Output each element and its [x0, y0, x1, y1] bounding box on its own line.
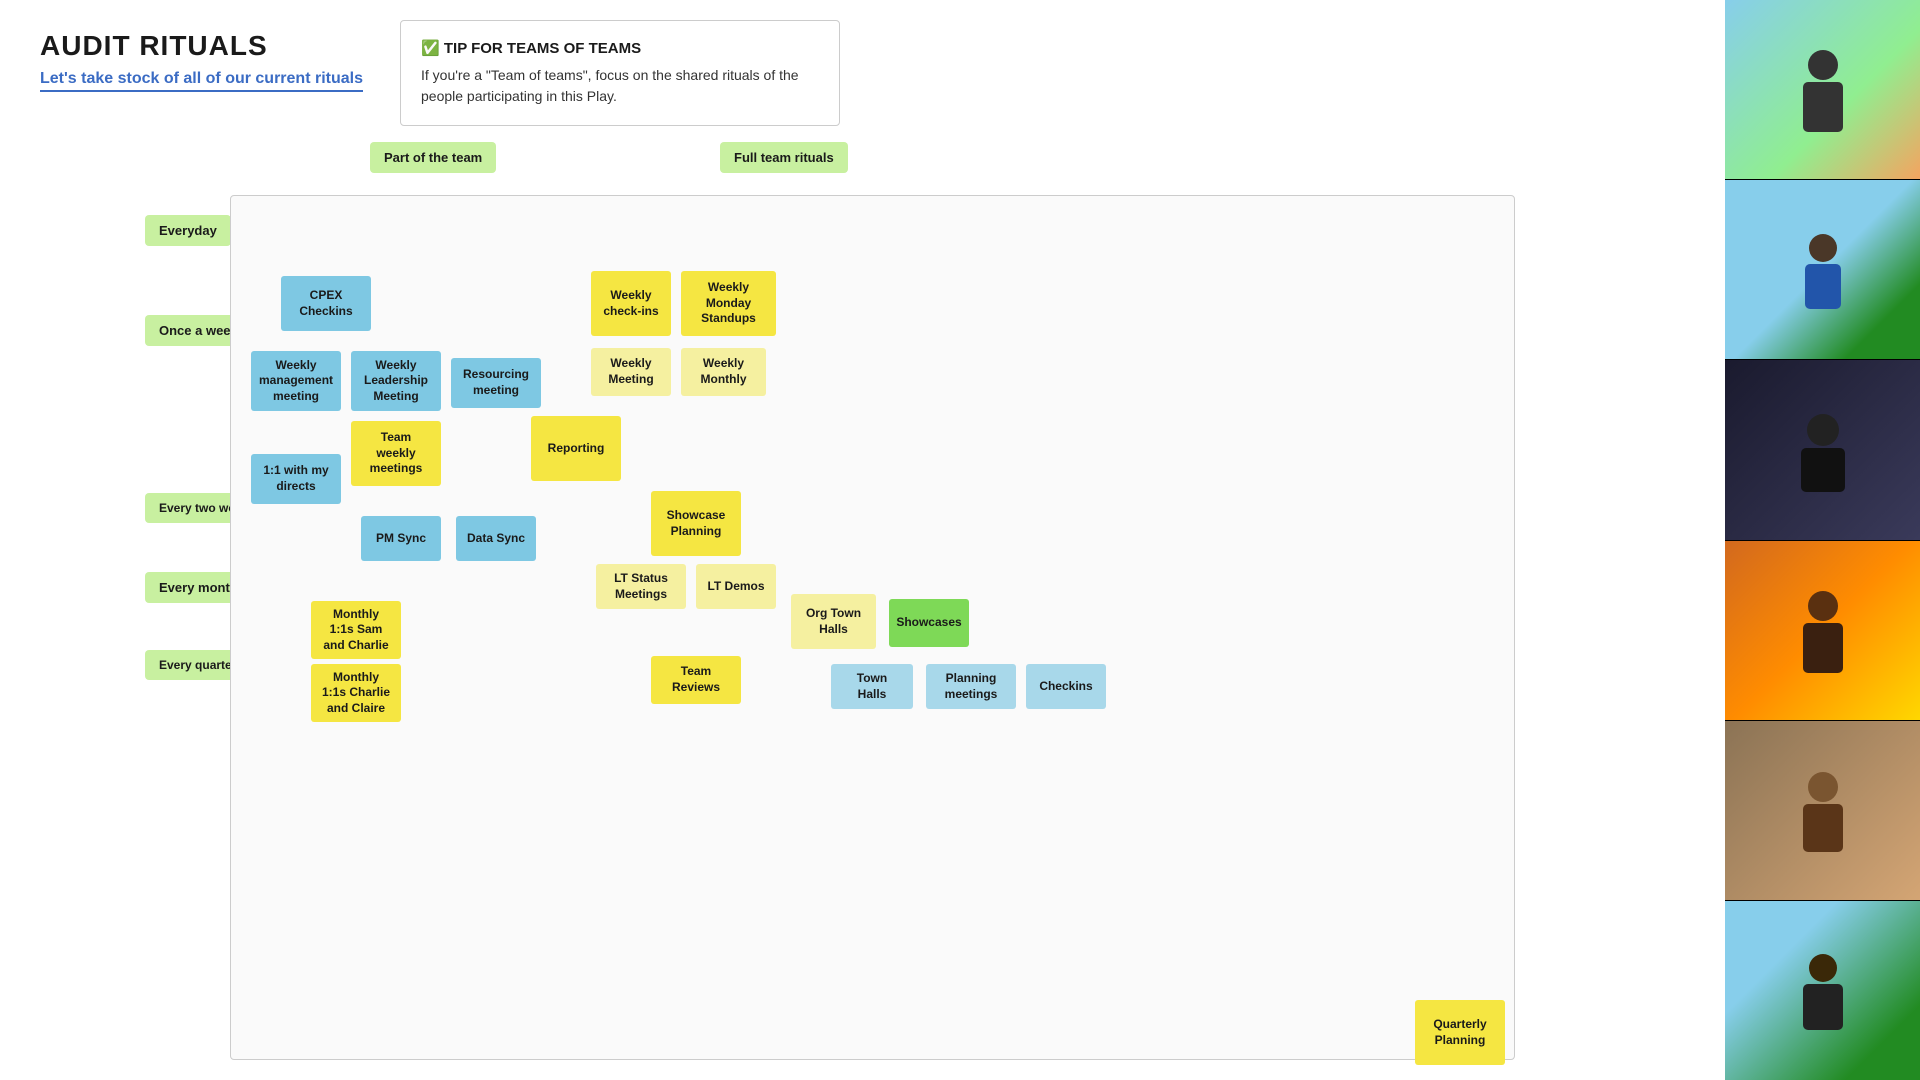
sticky-checkins[interactable]: Checkins	[1026, 664, 1106, 709]
sticky-showcases[interactable]: Showcases	[889, 599, 969, 647]
person-silhouette-4	[1783, 580, 1863, 680]
video-bg-3	[1725, 360, 1920, 539]
person-silhouette-2	[1783, 220, 1863, 320]
sticky-weekly-monthly[interactable]: Weekly Monthly	[681, 348, 766, 396]
video-bg-1	[1725, 0, 1920, 179]
sticky-town-halls[interactable]: Town Halls	[831, 664, 913, 709]
video-cell-4	[1725, 541, 1920, 721]
person-silhouette-6	[1783, 940, 1863, 1040]
sticky-resourcing[interactable]: Resourcing meeting	[451, 358, 541, 408]
person-silhouette-5	[1783, 760, 1863, 860]
sticky-org-town-halls[interactable]: Org Town Halls	[791, 594, 876, 649]
tip-box: ✅ TIP FOR TEAMS OF TEAMS If you're a "Te…	[400, 20, 840, 126]
col-label-part: Part of the team	[370, 142, 496, 173]
page-subtitle: Let's take stock of all of our current r…	[40, 70, 363, 92]
person-silhouette-1	[1783, 40, 1863, 140]
sticky-1on1[interactable]: 1:1 with my directs	[251, 454, 341, 504]
sticky-weekly-leadership[interactable]: Weekly Leadership Meeting	[351, 351, 441, 411]
main-content: AUDIT RITUALS Let's take stock of all of…	[0, 0, 1725, 1080]
video-bg-5	[1725, 721, 1920, 900]
sticky-lt-demos[interactable]: LT Demos	[696, 564, 776, 609]
sticky-showcase-planning[interactable]: Showcase Planning	[651, 491, 741, 556]
sticky-quarterly-planning[interactable]: Quarterly Planning	[1415, 1000, 1505, 1065]
video-cell-6	[1725, 901, 1920, 1080]
sticky-weekly-checkins[interactable]: Weekly check-ins	[591, 271, 671, 336]
person-silhouette-3	[1783, 400, 1863, 500]
tip-body: If you're a "Team of teams", focus on th…	[421, 65, 819, 107]
sticky-data-sync[interactable]: Data Sync	[456, 516, 536, 561]
sticky-team-weekly[interactable]: Team weekly meetings	[351, 421, 441, 486]
sticky-planning-meetings[interactable]: Planning meetings	[926, 664, 1016, 709]
video-bg-2	[1725, 180, 1920, 359]
sticky-cpex[interactable]: CPEX Checkins	[281, 276, 371, 331]
col-label-full: Full team rituals	[720, 142, 848, 173]
sticky-weekly-meeting[interactable]: Weekly Meeting	[591, 348, 671, 396]
tip-icon: ✅	[421, 40, 444, 57]
video-bg-4	[1725, 541, 1920, 720]
page-title: AUDIT RITUALS	[40, 30, 1685, 62]
sticky-lt-status[interactable]: LT Status Meetings	[596, 564, 686, 609]
sticky-reporting[interactable]: Reporting	[531, 416, 621, 481]
sticky-weekly-mgmt[interactable]: Weekly management meeting	[251, 351, 341, 411]
video-cell-2	[1725, 180, 1920, 360]
board-area: CPEX Checkins Weekly management meeting …	[230, 195, 1515, 1060]
sticky-monthly-charlie[interactable]: Monthly 1:1s Charlie and Claire	[311, 664, 401, 722]
sticky-team-reviews[interactable]: Team Reviews	[651, 656, 741, 704]
sticky-weekly-monday[interactable]: Weekly Monday Standups	[681, 271, 776, 336]
video-panel	[1725, 0, 1920, 1080]
video-cell-1	[1725, 0, 1920, 180]
tip-title: ✅ TIP FOR TEAMS OF TEAMS	[421, 39, 819, 57]
sticky-pm-sync[interactable]: PM Sync	[361, 516, 441, 561]
video-cell-5	[1725, 721, 1920, 901]
video-bg-6	[1725, 901, 1920, 1080]
row-label-everyday: Everyday	[145, 215, 231, 246]
video-cell-3	[1725, 360, 1920, 540]
sticky-monthly-sam[interactable]: Monthly 1:1s Sam and Charlie	[311, 601, 401, 659]
